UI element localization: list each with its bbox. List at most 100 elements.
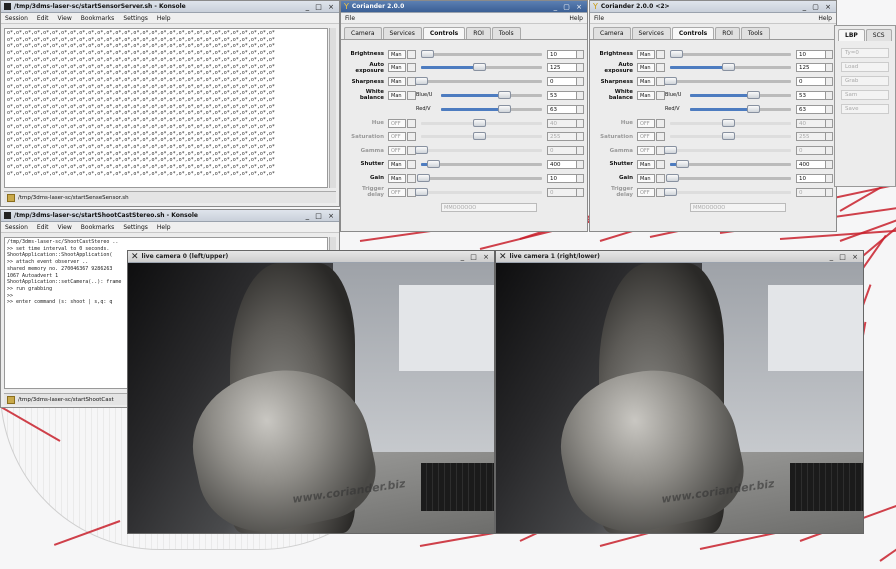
value-spin-icon[interactable]: [826, 104, 833, 114]
value-spin-icon[interactable]: [826, 159, 833, 169]
tab-tools[interactable]: Tools: [740, 27, 770, 39]
value-spin-icon[interactable]: [577, 63, 584, 73]
side-panel-button[interactable]: Grab: [841, 76, 889, 86]
tab-services[interactable]: Services: [382, 27, 422, 39]
window-controls[interactable]: _ □ ×: [306, 212, 336, 220]
window-controls[interactable]: _ □ ×: [306, 3, 336, 11]
value-slider[interactable]: [441, 104, 542, 113]
value-spin-icon[interactable]: [577, 77, 584, 87]
value-spin-icon[interactable]: [826, 90, 833, 100]
coriander-titlebar[interactable]: Y Coriander 2.0.0 _ ▢ ×: [341, 1, 587, 13]
value-slider[interactable]: [417, 173, 542, 182]
menu-item-view[interactable]: View: [58, 224, 72, 231]
mode-spin-icon[interactable]: [656, 49, 665, 59]
menu-item-edit[interactable]: Edit: [37, 15, 49, 22]
menu-item-view[interactable]: View: [58, 15, 72, 22]
value-field[interactable]: 10: [796, 173, 826, 183]
tab-scs[interactable]: SCS: [865, 29, 892, 41]
value-slider[interactable]: [670, 49, 791, 58]
mode-select[interactable]: Man: [388, 173, 406, 183]
side-panel-button[interactable]: Sam: [841, 90, 889, 100]
mode-select[interactable]: Man: [388, 63, 406, 73]
value-field[interactable]: 10: [796, 49, 826, 59]
konsole-sensor-scrollbar[interactable]: [329, 28, 336, 188]
value-field[interactable]: 400: [796, 159, 826, 169]
mode-select[interactable]: Man: [388, 77, 406, 87]
slider-handle[interactable]: [670, 49, 684, 58]
value-field[interactable]: 400: [547, 159, 577, 169]
window-controls[interactable]: _ □ ×: [830, 253, 860, 261]
mode-spin-icon[interactable]: [407, 118, 416, 128]
menu-item-help[interactable]: Help: [157, 224, 171, 231]
menu-item-bookmarks[interactable]: Bookmarks: [81, 15, 115, 22]
value-slider[interactable]: [670, 159, 791, 168]
mode-select[interactable]: Man: [388, 49, 406, 59]
konsole-sensor-titlebar[interactable]: /tmp/3dms-laser-sc/startSensorServer.sh …: [1, 1, 339, 13]
konsole-tab-label[interactable]: /tmp/3dms-laser-sc/startSenseSensor.sh: [18, 195, 129, 201]
value-field[interactable]: 0: [796, 77, 826, 87]
mode-spin-icon[interactable]: [656, 132, 665, 142]
slider-handle[interactable]: [664, 77, 677, 86]
slider-handle[interactable]: [497, 104, 511, 113]
tab-controls[interactable]: Controls: [671, 27, 715, 39]
value-field[interactable]: 0: [547, 77, 577, 87]
file-menu[interactable]: File: [345, 15, 355, 22]
slider-handle[interactable]: [676, 159, 690, 168]
value-slider[interactable]: [421, 63, 542, 72]
tab-lbp[interactable]: LBP: [838, 29, 865, 41]
slider-handle[interactable]: [722, 63, 736, 72]
side-panel-button[interactable]: Save: [841, 104, 889, 114]
value-slider[interactable]: [421, 49, 542, 58]
mode-select[interactable]: OFF: [637, 187, 655, 197]
mode-spin-icon[interactable]: [656, 118, 665, 128]
mode-spin-icon[interactable]: [407, 132, 416, 142]
mode-select[interactable]: Man: [637, 90, 655, 100]
slider-handle[interactable]: [421, 49, 435, 58]
value-spin-icon[interactable]: [826, 146, 833, 156]
konsole-sensor-output[interactable]: o*,o*,o*,o*,o*,o*,o*,o*,o*,o*,o*,o*,o*,o…: [4, 28, 328, 188]
value-field[interactable]: 125: [547, 63, 577, 73]
slider-handle[interactable]: [415, 77, 428, 86]
file-menu[interactable]: File: [594, 15, 604, 22]
value-spin-icon[interactable]: [577, 187, 584, 197]
value-spin-icon[interactable]: [826, 132, 833, 142]
value-field[interactable]: 125: [796, 63, 826, 73]
value-field[interactable]: 63: [796, 104, 826, 114]
mode-select[interactable]: OFF: [388, 146, 406, 156]
slider-handle[interactable]: [417, 173, 431, 182]
value-field[interactable]: 63: [547, 104, 577, 114]
value-slider[interactable]: [666, 173, 791, 182]
value-slider[interactable]: [441, 90, 542, 99]
value-slider[interactable]: [690, 104, 791, 113]
mode-spin-icon[interactable]: [656, 90, 665, 100]
value-spin-icon[interactable]: [826, 63, 833, 73]
value-spin-icon[interactable]: [826, 49, 833, 59]
help-menu[interactable]: Help: [569, 15, 583, 22]
value-spin-icon[interactable]: [577, 104, 584, 114]
mode-select[interactable]: Man: [637, 159, 655, 169]
window-controls[interactable]: _ ▢ ×: [803, 3, 833, 11]
mode-select[interactable]: Man: [388, 90, 406, 100]
mode-select[interactable]: Man: [637, 49, 655, 59]
side-panel-button[interactable]: Load: [841, 62, 889, 72]
value-spin-icon[interactable]: [577, 159, 584, 169]
tab-camera[interactable]: Camera: [593, 27, 631, 39]
konsole-tab-label[interactable]: /tmp/3dms-laser-sc/startShootCast: [18, 397, 114, 403]
tab-tools[interactable]: Tools: [491, 27, 521, 39]
value-slider[interactable]: [690, 90, 791, 99]
mode-select[interactable]: Man: [637, 77, 655, 87]
mode-spin-icon[interactable]: [407, 90, 416, 100]
value-spin-icon[interactable]: [577, 118, 584, 128]
value-spin-icon[interactable]: [826, 173, 833, 183]
value-slider[interactable]: [670, 63, 791, 72]
value-spin-icon[interactable]: [577, 132, 584, 142]
value-field[interactable]: 53: [547, 90, 577, 100]
menu-item-settings[interactable]: Settings: [123, 224, 148, 231]
mode-spin-icon[interactable]: [656, 63, 665, 73]
mode-select[interactable]: Man: [637, 173, 655, 183]
mode-select[interactable]: OFF: [388, 118, 406, 128]
tab-roi[interactable]: ROI: [466, 27, 491, 39]
mode-spin-icon[interactable]: [407, 173, 416, 183]
side-panel-button[interactable]: Ty=0: [841, 48, 889, 58]
mode-select[interactable]: OFF: [637, 118, 655, 128]
